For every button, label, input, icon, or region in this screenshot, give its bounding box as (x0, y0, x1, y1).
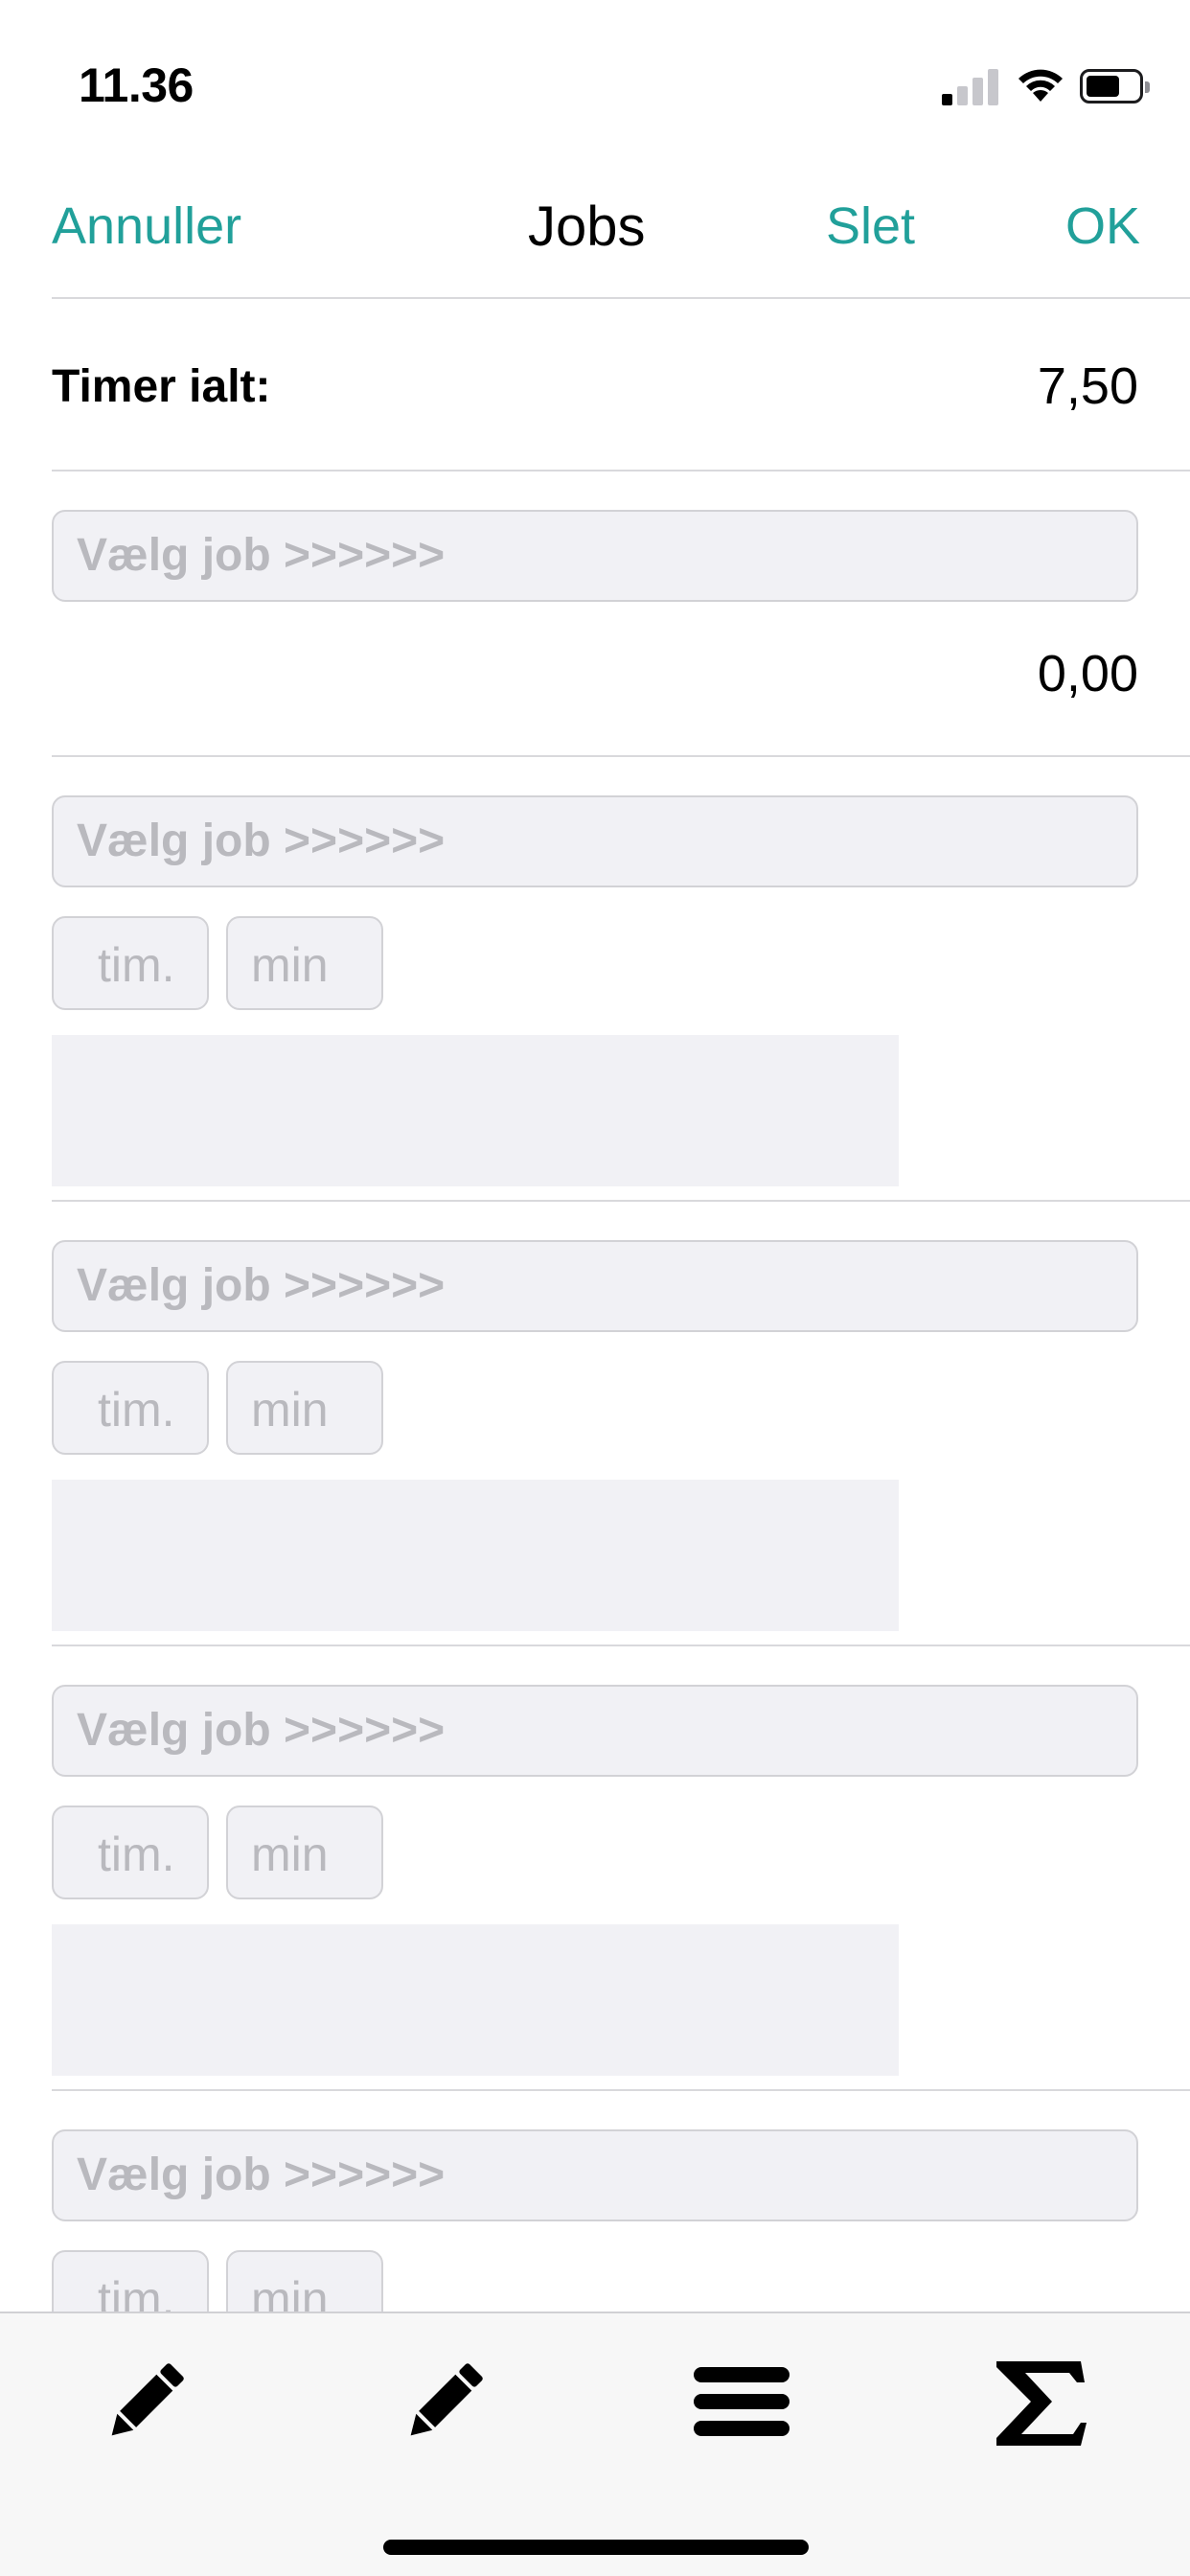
home-indicator (383, 2540, 809, 2555)
hours-placeholder: tim. (98, 2272, 175, 2312)
total-hours-label: Timer ialt: (52, 361, 271, 412)
job-select-field[interactable]: Vælg job >>>>>> (52, 1240, 1138, 1332)
hours-input[interactable]: tim. (52, 1806, 209, 1899)
wifi-icon (1018, 69, 1063, 102)
cellular-signal-icon (942, 67, 999, 105)
sigma-icon[interactable] (993, 2354, 1088, 2450)
hours-placeholder: tim. (98, 1828, 175, 1881)
total-hours-value: 7,50 (1037, 357, 1138, 415)
job-entry: Vælg job >>>>>> tim. min (52, 1202, 1190, 1646)
page-title: Jobs (528, 196, 646, 258)
job-select-field[interactable]: Vælg job >>>>>> (52, 510, 1138, 602)
job-select-field[interactable]: Vælg job >>>>>> (52, 1685, 1138, 1777)
pencil-icon[interactable] (397, 2354, 492, 2450)
job-entry: Vælg job >>>>>> 0,00 (52, 472, 1190, 757)
battery-icon (1080, 69, 1150, 104)
job-select-field[interactable]: Vælg job >>>>>> (52, 2129, 1138, 2221)
delete-button[interactable]: Slet (826, 196, 915, 256)
hours-placeholder: tim. (98, 1383, 175, 1437)
total-hours-row: Timer ialt: 7,50 (52, 299, 1190, 472)
minutes-placeholder: min (251, 938, 329, 992)
cancel-button[interactable]: Annuller (52, 196, 241, 256)
job-note-field[interactable] (52, 1924, 899, 2076)
job-select-placeholder: Vælg job >>>>>> (77, 1260, 446, 1311)
status-time: 11.36 (79, 58, 194, 112)
navigation-bar: Annuller Jobs Slet OK (52, 172, 1190, 299)
job-select-placeholder: Vælg job >>>>>> (77, 1705, 446, 1756)
hours-placeholder: tim. (98, 938, 175, 992)
ok-button[interactable]: OK (1065, 196, 1140, 256)
status-bar: 11.36 (0, 0, 1190, 144)
tab-bar (0, 2312, 1190, 2576)
minutes-placeholder: min (251, 1383, 329, 1437)
job-note-field[interactable] (52, 1035, 899, 1186)
pencil-icon[interactable] (98, 2354, 194, 2450)
job-select-field[interactable]: Vælg job >>>>>> (52, 795, 1138, 887)
hours-input[interactable]: tim. (52, 1361, 209, 1455)
job-entry: Vælg job >>>>>> tim. min (52, 757, 1190, 1202)
minutes-input[interactable]: min (226, 916, 383, 1010)
job-note-field[interactable] (52, 1480, 899, 1631)
job-select-placeholder: Vælg job >>>>>> (77, 2150, 446, 2200)
job-select-placeholder: Vælg job >>>>>> (77, 816, 446, 866)
job-entry: Vælg job >>>>>> tim. min (52, 2091, 1190, 2312)
minutes-input[interactable]: min (226, 1806, 383, 1899)
hours-input[interactable]: tim. (52, 916, 209, 1010)
minutes-input[interactable]: min (226, 1361, 383, 1455)
minutes-placeholder: min (251, 1828, 329, 1881)
job-select-placeholder: Vælg job >>>>>> (77, 530, 446, 581)
menu-icon[interactable] (694, 2354, 790, 2450)
minutes-placeholder: min (251, 2272, 329, 2312)
job-hours-value: 0,00 (1037, 645, 1138, 702)
hours-input[interactable]: tim. (52, 2250, 209, 2312)
job-entry: Vælg job >>>>>> tim. min (52, 1646, 1190, 2091)
minutes-input[interactable]: min (226, 2250, 383, 2312)
